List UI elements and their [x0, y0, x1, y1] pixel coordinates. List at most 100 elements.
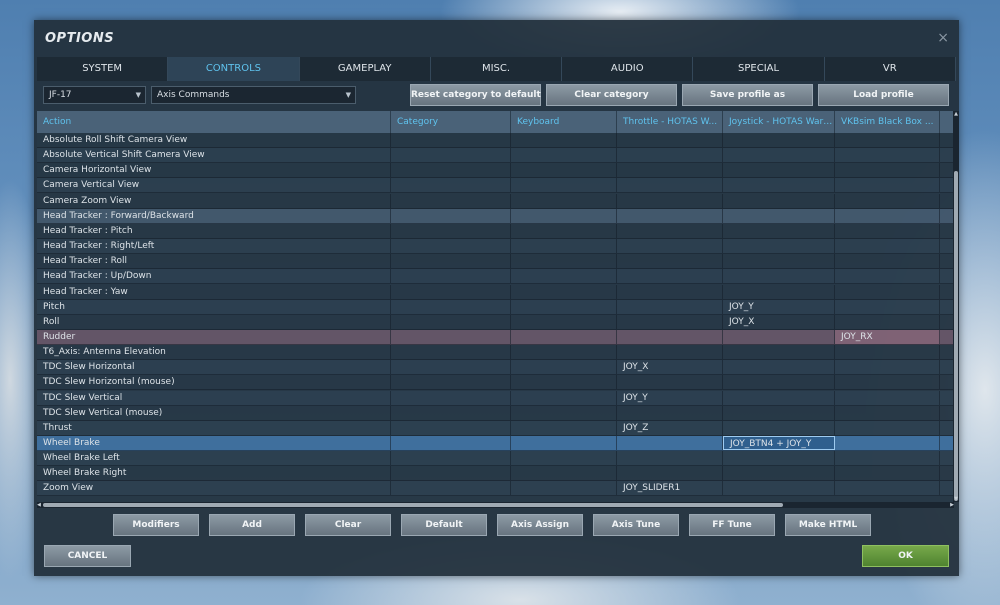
- binding-cell[interactable]: [391, 481, 511, 496]
- binding-cell[interactable]: [511, 178, 617, 193]
- binding-cell[interactable]: [617, 329, 723, 344]
- table-row[interactable]: Roll JOY_X: [37, 314, 954, 330]
- binding-cell[interactable]: [617, 163, 723, 178]
- binding-cell[interactable]: [835, 466, 940, 481]
- binding-cell[interactable]: JOY_Z: [617, 420, 723, 435]
- binding-cell[interactable]: [391, 133, 511, 147]
- tab-misc[interactable]: MISC.: [430, 57, 563, 81]
- binding-cell[interactable]: [835, 420, 940, 435]
- binding-cell[interactable]: [511, 329, 617, 344]
- vertical-scrollbar[interactable]: ▲ ▼: [953, 111, 959, 502]
- table-row[interactable]: Head Tracker : Forward/Backward: [37, 208, 954, 224]
- binding-cell[interactable]: JOY_RX: [835, 329, 940, 344]
- action-cell[interactable]: Wheel Brake Left: [37, 451, 391, 466]
- table-row[interactable]: Head Tracker : Up/Down: [37, 269, 954, 285]
- binding-cell[interactable]: [391, 420, 511, 435]
- action-cell[interactable]: Absolute Roll Shift Camera View: [37, 133, 391, 147]
- binding-cell[interactable]: [835, 360, 940, 375]
- table-row[interactable]: TDC Slew Horizontal (mouse): [37, 375, 954, 391]
- table-row[interactable]: Head Tracker : Roll: [37, 254, 954, 270]
- modifiers-button[interactable]: Modifiers: [113, 514, 199, 536]
- binding-cell[interactable]: [723, 329, 835, 344]
- binding-cell[interactable]: [617, 148, 723, 163]
- binding-cell[interactable]: [617, 405, 723, 420]
- binding-cell[interactable]: [617, 193, 723, 208]
- table-row[interactable]: Thrust JOY_Z: [37, 420, 954, 436]
- tab-controls[interactable]: CONTROLS: [168, 57, 300, 81]
- action-cell[interactable]: T6_Axis: Antenna Elevation: [37, 345, 391, 360]
- horizontal-scrollbar[interactable]: ◀ ▶: [37, 502, 954, 508]
- binding-cell[interactable]: [617, 345, 723, 360]
- binding-cell[interactable]: JOY_X: [723, 314, 835, 329]
- binding-cell[interactable]: [723, 148, 835, 163]
- binding-cell[interactable]: [391, 390, 511, 405]
- binding-cell[interactable]: [617, 299, 723, 314]
- binding-cell[interactable]: [511, 148, 617, 163]
- binding-cell[interactable]: [617, 254, 723, 269]
- action-cell[interactable]: Rudder: [37, 329, 391, 344]
- binding-cell[interactable]: [511, 451, 617, 466]
- binding-cell[interactable]: [511, 345, 617, 360]
- cancel-button[interactable]: CANCEL: [44, 545, 131, 567]
- binding-cell[interactable]: [511, 405, 617, 420]
- binding-cell[interactable]: [835, 178, 940, 193]
- action-cell[interactable]: TDC Slew Horizontal (mouse): [37, 375, 391, 390]
- action-cell[interactable]: Wheel Brake: [37, 436, 391, 450]
- binding-cell[interactable]: [391, 254, 511, 269]
- binding-cell[interactable]: [617, 133, 723, 147]
- binding-cell[interactable]: [723, 390, 835, 405]
- tab-audio[interactable]: AUDIO: [562, 57, 694, 81]
- binding-cell[interactable]: [617, 178, 723, 193]
- binding-cell[interactable]: [723, 178, 835, 193]
- binding-cell[interactable]: [723, 133, 835, 147]
- binding-cell[interactable]: [723, 254, 835, 269]
- table-row[interactable]: TDC Slew Vertical (mouse): [37, 405, 954, 421]
- scroll-right-icon[interactable]: ▶: [950, 502, 954, 508]
- binding-cell[interactable]: [617, 239, 723, 254]
- binding-cell[interactable]: [391, 405, 511, 420]
- action-cell[interactable]: Wheel Brake Right: [37, 466, 391, 481]
- binding-cell[interactable]: [391, 148, 511, 163]
- tab-vr[interactable]: VR: [824, 57, 956, 81]
- binding-cell[interactable]: [723, 375, 835, 390]
- ff-tune-button[interactable]: FF Tune: [689, 514, 775, 536]
- binding-cell[interactable]: [391, 269, 511, 284]
- table-row[interactable]: Head Tracker : Right/Left: [37, 239, 954, 255]
- binding-cell[interactable]: [835, 451, 940, 466]
- binding-cell[interactable]: [617, 223, 723, 238]
- column-header[interactable]: Keyboard: [511, 111, 617, 133]
- binding-cell[interactable]: [835, 148, 940, 163]
- table-row[interactable]: Rudder JOY_RX: [37, 329, 954, 345]
- table-row[interactable]: Camera Vertical View: [37, 178, 954, 194]
- binding-cell[interactable]: [723, 284, 835, 299]
- binding-cell[interactable]: [617, 208, 723, 223]
- binding-cell[interactable]: [511, 133, 617, 147]
- action-cell[interactable]: Camera Zoom View: [37, 193, 391, 208]
- binding-cell[interactable]: [511, 375, 617, 390]
- binding-cell[interactable]: [511, 284, 617, 299]
- binding-cell[interactable]: [723, 193, 835, 208]
- binding-cell[interactable]: [391, 451, 511, 466]
- binding-cell[interactable]: JOY_SLIDER1: [617, 481, 723, 496]
- action-cell[interactable]: Thrust: [37, 420, 391, 435]
- binding-cell[interactable]: [617, 314, 723, 329]
- action-cell[interactable]: Camera Horizontal View: [37, 163, 391, 178]
- binding-cell[interactable]: [835, 405, 940, 420]
- binding-cell[interactable]: [835, 314, 940, 329]
- binding-cell[interactable]: [617, 451, 723, 466]
- column-header[interactable]: VKBsim Black Box ...: [835, 111, 940, 133]
- binding-cell[interactable]: [835, 345, 940, 360]
- clear-button[interactable]: Clear: [305, 514, 391, 536]
- binding-cell[interactable]: [391, 239, 511, 254]
- binding-cell[interactable]: [391, 284, 511, 299]
- binding-cell[interactable]: [835, 284, 940, 299]
- binding-cell[interactable]: [511, 254, 617, 269]
- binding-cell[interactable]: [723, 208, 835, 223]
- tab-special[interactable]: SPECIAL: [693, 57, 825, 81]
- make-html-button[interactable]: Make HTML: [785, 514, 871, 536]
- tab-gameplay[interactable]: GAMEPLAY: [299, 57, 431, 81]
- binding-cell[interactable]: [723, 405, 835, 420]
- binding-cell[interactable]: [511, 208, 617, 223]
- binding-cell[interactable]: [835, 223, 940, 238]
- action-cell[interactable]: Head Tracker : Roll: [37, 254, 391, 269]
